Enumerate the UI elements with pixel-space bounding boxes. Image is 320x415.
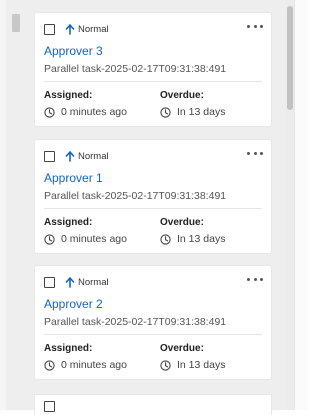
divider xyxy=(44,81,262,82)
clock-icon xyxy=(160,233,171,245)
priority-indicator: Normal xyxy=(65,24,109,35)
task-card[interactable]: Normal Approver 3 Parallel task-2025-02-… xyxy=(35,13,271,126)
more-horizontal-icon xyxy=(247,151,250,155)
task-title-link[interactable]: Approver 1 xyxy=(44,171,103,185)
arrow-up-icon xyxy=(65,23,75,35)
more-options-button[interactable] xyxy=(247,274,263,284)
task-subtitle: Parallel task-2025-02-17T09:31:38:491 xyxy=(44,316,227,328)
overdue-label: Overdue: xyxy=(160,217,204,228)
task-subtitle: Parallel task-2025-02-17T09:31:38:491 xyxy=(44,63,227,75)
task-card-partial[interactable] xyxy=(35,395,271,415)
overdue-value: In 13 days xyxy=(177,233,226,245)
priority-indicator: Normal xyxy=(65,277,109,288)
card-header: Normal xyxy=(44,149,109,163)
select-checkbox[interactable] xyxy=(44,276,55,288)
clock-icon xyxy=(160,106,171,118)
arrow-up-icon xyxy=(65,150,75,162)
card-header: Normal xyxy=(44,275,109,289)
assigned-section: Assigned: 0 minutes ago xyxy=(44,343,127,371)
clock-icon xyxy=(44,233,55,245)
assigned-section: Assigned: 0 minutes ago xyxy=(44,217,127,245)
overdue-label: Overdue: xyxy=(160,343,204,354)
task-card[interactable]: Normal Approver 1 Parallel task-2025-02-… xyxy=(35,140,271,253)
card-header: Normal xyxy=(44,22,109,36)
divider xyxy=(44,334,262,335)
overdue-section: Overdue: In 13 days xyxy=(160,343,225,371)
task-title-link[interactable]: Approver 2 xyxy=(44,297,103,311)
task-subtitle: Parallel task-2025-02-17T09:31:38:491 xyxy=(44,190,227,202)
overdue-value: In 13 days xyxy=(177,106,226,118)
task-card[interactable]: Normal Approver 2 Parallel task-2025-02-… xyxy=(35,266,271,379)
assigned-value: 0 minutes ago xyxy=(61,359,127,371)
priority-label: Normal xyxy=(78,150,109,162)
overdue-section: Overdue: In 13 days xyxy=(160,90,225,118)
assigned-section: Assigned: 0 minutes ago xyxy=(44,90,127,118)
more-options-button[interactable] xyxy=(247,148,263,158)
clock-icon xyxy=(44,106,55,118)
collapsed-handle[interactable] xyxy=(12,14,20,32)
overdue-label: Overdue: xyxy=(160,90,204,101)
assigned-value: 0 minutes ago xyxy=(61,233,127,245)
select-checkbox[interactable] xyxy=(44,401,55,412)
assigned-label: Assigned: xyxy=(44,90,93,101)
select-checkbox[interactable] xyxy=(44,23,55,35)
assigned-value: 0 minutes ago xyxy=(61,106,127,118)
select-checkbox[interactable] xyxy=(44,150,55,162)
overdue-value: In 13 days xyxy=(177,359,226,371)
clock-icon xyxy=(44,359,55,371)
arrow-up-icon xyxy=(65,276,75,288)
more-horizontal-icon xyxy=(247,277,250,281)
priority-indicator: Normal xyxy=(65,151,109,162)
right-edge-panel xyxy=(294,0,308,410)
more-options-button[interactable] xyxy=(247,21,263,31)
more-horizontal-icon xyxy=(247,24,250,28)
overdue-section: Overdue: In 13 days xyxy=(160,217,225,245)
divider xyxy=(44,208,262,209)
assigned-label: Assigned: xyxy=(44,217,93,228)
priority-label: Normal xyxy=(78,23,109,35)
scrollbar-thumb[interactable] xyxy=(287,6,293,110)
assigned-label: Assigned: xyxy=(44,343,93,354)
priority-label: Normal xyxy=(78,276,109,288)
clock-icon xyxy=(160,359,171,371)
task-title-link[interactable]: Approver 3 xyxy=(44,44,103,58)
